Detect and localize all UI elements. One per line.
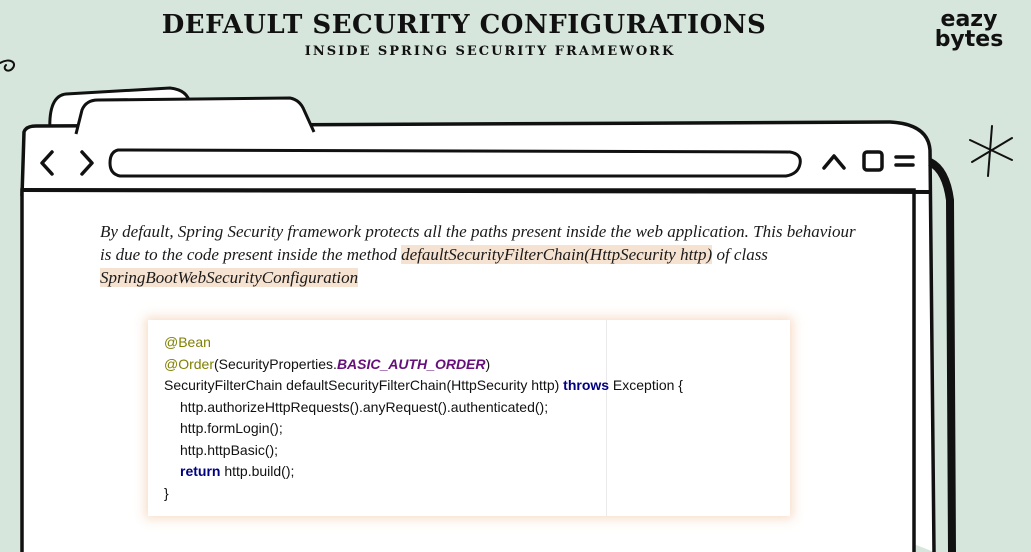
code-line: @Bean [164,332,683,354]
description-paragraph: By default, Spring Security framework pr… [100,220,860,289]
address-bar[interactable] [106,146,806,180]
menu-icon[interactable] [893,150,917,172]
para-text-2: of class [712,245,768,264]
code-line: @Order(SecurityProperties.BASIC_AUTH_ORD… [164,354,683,376]
forward-button[interactable] [76,148,98,178]
constant-basic-auth-order: BASIC_AUTH_ORDER [336,355,486,372]
back-button[interactable] [36,148,58,178]
keyword-throws: throws [563,377,610,393]
code-line: http.formLogin(); [180,420,283,436]
keyword-return: return [180,463,221,479]
chevron-up-icon[interactable] [820,150,848,172]
code-line: http.authorizeHttpRequests().anyRequest(… [180,398,549,415]
code-text: (SecurityProperties. [214,355,337,372]
code-text: ) [485,355,491,372]
code-text: Exception { [609,377,683,393]
code-snippet-card: @Bean @Order(SecurityProperties.BASIC_AUT… [148,320,790,516]
annotation-order: @Order [164,355,214,372]
code-block: @Bean @Order(SecurityProperties.BASIC_AUT… [164,332,683,504]
code-text: http.build(); [220,463,295,479]
code-line: SecurityFilterChain defaultSecurityFilte… [164,375,683,397]
square-icon[interactable] [860,148,886,174]
class-highlight: SpringBootWebSecurityConfiguration [100,268,359,287]
code-line: http.httpBasic(); [180,441,279,458]
method-highlight: defaultSecurityFilterChain(HttpSecurity … [401,245,713,264]
code-line: return http.build(); [164,461,683,483]
annotation-bean: @Bean [164,334,211,350]
code-line: } [164,484,169,501]
method-signature: SecurityFilterChain defaultSecurityFilte… [164,377,564,393]
